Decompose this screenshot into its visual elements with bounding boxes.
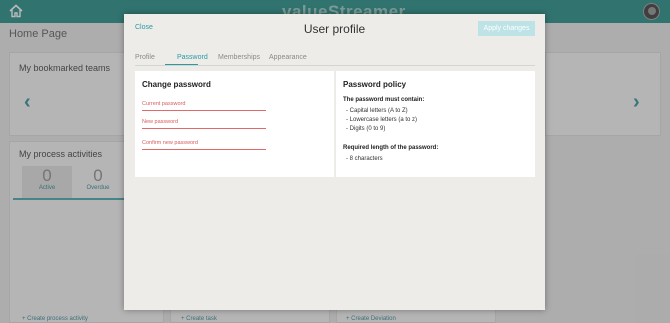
confirm-password-label: Confirm new password [142,140,198,146]
length-rule: - 8 characters [346,156,383,162]
tab-profile[interactable]: Profile [135,54,155,61]
tabs-divider [135,65,535,66]
change-password-panel: Change password Current password New pas… [135,71,334,177]
apply-changes-button[interactable]: Apply changes [478,21,535,36]
tab-appearance[interactable]: Appearance [269,54,307,61]
must-contain-label: The password must contain: [343,97,425,103]
confirm-password-field[interactable]: Confirm new password [142,140,266,150]
policy-rule: - Capital letters (A to Z) [346,108,408,114]
tab-password[interactable]: Password [177,54,208,61]
password-policy-title: Password policy [343,80,407,89]
current-password-field[interactable]: Current password [142,101,266,111]
policy-rule: - Digits (0 to 9) [346,126,386,132]
change-password-title: Change password [142,80,211,89]
new-password-field[interactable]: New password [142,119,266,129]
user-profile-dialog: Close User profile Apply changes Profile… [124,14,545,310]
password-policy-panel: Password policy The password must contai… [336,71,535,177]
policy-rule: - Lowercase letters (a to z) [346,117,418,123]
new-password-label: New password [142,119,179,125]
current-password-label: Current password [142,101,186,107]
length-label: Required length of the password: [343,145,439,151]
tab-memberships[interactable]: Memberships [218,54,260,61]
